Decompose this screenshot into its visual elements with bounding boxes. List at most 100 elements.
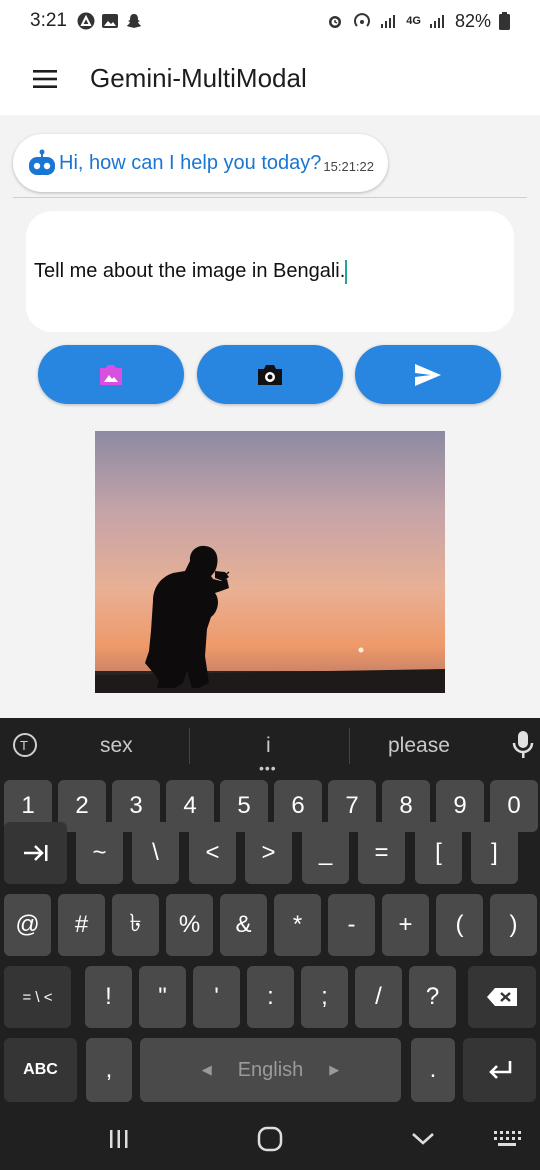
key-plus[interactable]: +	[382, 894, 429, 956]
suggestion-3[interactable]: please	[388, 734, 450, 758]
space-key[interactable]: ◀ English ▶	[140, 1038, 401, 1102]
key-label: 6	[291, 792, 305, 819]
backspace-icon	[487, 988, 517, 1006]
key-colon[interactable]: :	[247, 966, 294, 1028]
key-label: = \ <	[22, 988, 53, 1006]
key-label: :	[267, 983, 274, 1010]
key-asterisk[interactable]: *	[274, 894, 321, 956]
keyboard-switch-icon[interactable]	[492, 1128, 522, 1150]
key-left-bracket[interactable]: [	[415, 822, 462, 884]
key-label: -	[347, 911, 356, 938]
space-label: English	[237, 1058, 304, 1081]
more-suggestions-icon[interactable]: •••	[259, 760, 277, 776]
enter-key[interactable]	[463, 1038, 536, 1102]
key-backslash[interactable]: \	[132, 822, 179, 884]
key-label: *	[292, 911, 303, 938]
symbols-page-key[interactable]: = \ <	[4, 966, 71, 1028]
key-label: 9	[453, 792, 467, 819]
suggestion-bar: T sex i ••• please	[0, 718, 540, 776]
key-label: )	[509, 911, 518, 938]
backspace-key[interactable]	[468, 966, 536, 1028]
suggestion-separator	[189, 728, 190, 764]
network-type: 4G	[406, 15, 421, 27]
gallery-button[interactable]	[38, 345, 184, 404]
text-tool-icon[interactable]: T	[12, 732, 38, 758]
key-question[interactable]: ?	[409, 966, 456, 1028]
key-label: (	[455, 911, 464, 938]
app-notification-icon	[77, 12, 95, 30]
key-comma[interactable]: ,	[86, 1038, 132, 1102]
key-label: /	[375, 983, 382, 1010]
key-slash[interactable]: /	[355, 966, 402, 1028]
right-arrow-icon: ▶	[329, 1062, 340, 1077]
key-label: ;	[321, 983, 328, 1010]
onscreen-keyboard: T sex i ••• please 1 2 3 4 5 6 7 8 9 0 ~…	[0, 718, 540, 1110]
key-underscore[interactable]: _	[302, 822, 349, 884]
back-chevron-down-icon[interactable]	[410, 1130, 436, 1148]
key-label: @	[15, 911, 40, 938]
key-period[interactable]: .	[411, 1038, 455, 1102]
bot-message-bubble: Hi, how can I help you today? 15:21:22	[13, 134, 388, 192]
key-at[interactable]: @	[4, 894, 51, 956]
key-taka[interactable]: ৳	[112, 894, 159, 956]
key-semicolon[interactable]: ;	[301, 966, 348, 1028]
key-label: 8	[399, 792, 413, 819]
navigation-bar	[0, 1110, 540, 1170]
key-label: 2	[75, 792, 89, 819]
snapchat-icon	[126, 14, 141, 28]
prompt-input-text: Tell me about the image in Bengali.	[34, 260, 346, 282]
system-status: 4G 82%	[326, 11, 510, 32]
key-label: ~	[92, 839, 107, 866]
abc-key[interactable]: ABC	[4, 1038, 77, 1102]
home-icon[interactable]	[257, 1126, 283, 1152]
key-minus[interactable]: -	[328, 894, 375, 956]
key-tilde[interactable]: ~	[76, 822, 123, 884]
key-double-quote[interactable]: "	[139, 966, 186, 1028]
signal-icon	[381, 15, 396, 28]
key-label: [	[435, 839, 442, 866]
key-percent[interactable]: %	[166, 894, 213, 956]
attached-image[interactable]	[95, 431, 445, 693]
suggestion-1[interactable]: sex	[100, 734, 133, 758]
key-label: 7	[345, 792, 359, 819]
key-label: _	[318, 839, 333, 866]
suggestion-2[interactable]: i	[266, 734, 271, 758]
key-label: 5	[237, 792, 251, 819]
key-apostrophe[interactable]: '	[193, 966, 240, 1028]
key-ampersand[interactable]: &	[220, 894, 267, 956]
tab-key[interactable]	[4, 822, 67, 884]
svg-text:T: T	[20, 738, 28, 753]
hotspot-icon	[354, 13, 371, 27]
send-icon	[415, 363, 441, 386]
key-equals[interactable]: =	[358, 822, 405, 884]
key-right-paren[interactable]: )	[490, 894, 537, 956]
recent-apps-icon[interactable]	[108, 1128, 130, 1150]
bot-message-text: Hi, how can I help you today?	[59, 151, 322, 174]
robot-icon	[29, 149, 55, 175]
message-timestamp: 15:21:22	[323, 158, 374, 174]
key-less-than[interactable]: <	[189, 822, 236, 884]
microphone-icon[interactable]	[512, 730, 534, 760]
key-left-paren[interactable]: (	[436, 894, 483, 956]
tab-icon	[23, 845, 47, 861]
key-greater-than[interactable]: >	[245, 822, 292, 884]
key-label: <	[205, 839, 220, 866]
key-right-bracket[interactable]: ]	[471, 822, 518, 884]
key-label: '	[214, 983, 219, 1010]
key-label: ABC	[23, 1061, 58, 1078]
key-label: &	[235, 911, 252, 938]
sunset-silhouette-image	[95, 431, 445, 693]
hamburger-menu-icon	[33, 69, 57, 88]
camera-button[interactable]	[197, 345, 343, 404]
menu-button[interactable]	[0, 42, 90, 115]
key-label: %	[178, 911, 201, 938]
prompt-input[interactable]: Tell me about the image in Bengali.	[26, 211, 514, 332]
key-label: 1	[21, 792, 35, 819]
send-button[interactable]	[355, 345, 501, 404]
left-arrow-icon: ◀	[201, 1062, 212, 1077]
key-label: ৳	[129, 910, 142, 937]
chat-divider	[13, 197, 527, 198]
key-hash[interactable]: #	[58, 894, 105, 956]
key-label: ,	[105, 1056, 113, 1083]
key-exclamation[interactable]: !	[85, 966, 132, 1028]
